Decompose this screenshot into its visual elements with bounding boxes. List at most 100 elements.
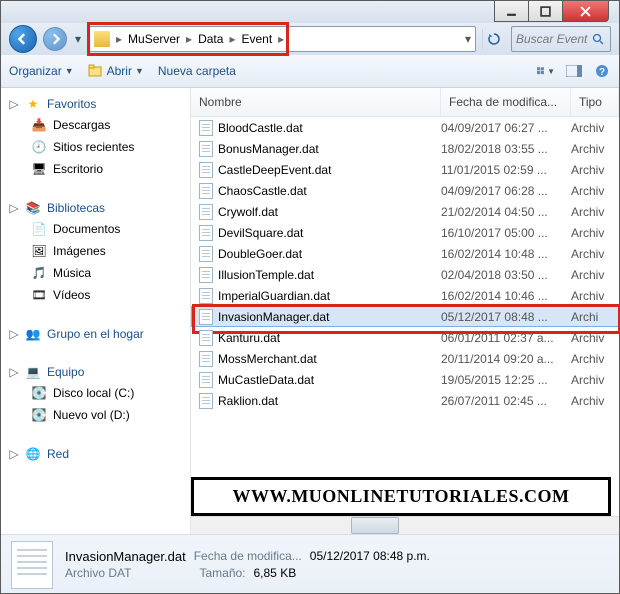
file-row[interactable]: Raklion.dat26/07/2011 02:45 ...Archiv	[191, 390, 619, 411]
file-name: BloodCastle.dat	[218, 121, 303, 135]
file-row[interactable]: ImperialGuardian.dat16/02/2014 10:46 ...…	[191, 285, 619, 306]
organize-menu[interactable]: Organizar ▼	[9, 64, 74, 78]
chevron-down-icon: ▼	[135, 66, 144, 76]
file-row[interactable]: ChaosCastle.dat04/09/2017 06:28 ...Archi…	[191, 180, 619, 201]
star-icon: ★	[25, 96, 41, 112]
sidebar-item-images[interactable]: 🖼Imágenes	[9, 240, 190, 262]
file-row[interactable]: BloodCastle.dat04/09/2017 06:27 ...Archi…	[191, 117, 619, 138]
file-icon	[199, 120, 213, 136]
forward-button[interactable]	[43, 27, 67, 51]
file-type: Archiv	[571, 247, 619, 261]
file-name: DoubleGoer.dat	[218, 247, 302, 261]
column-type[interactable]: Tipo	[571, 88, 619, 116]
file-row[interactable]: CastleDeepEvent.dat11/01/2015 02:59 ...A…	[191, 159, 619, 180]
file-icon	[11, 541, 53, 589]
open-icon	[88, 63, 104, 79]
file-row[interactable]: DevilSquare.dat16/10/2017 05:00 ...Archi…	[191, 222, 619, 243]
file-date: 26/07/2011 02:45 ...	[441, 394, 571, 408]
chevron-right-icon: ▸	[114, 32, 124, 46]
sidebar: ▷★Favoritos 📥Descargas 🕘Sitios recientes…	[1, 88, 191, 534]
column-name[interactable]: Nombre	[191, 88, 441, 116]
sidebar-libraries-head[interactable]: ▷📚Bibliotecas	[9, 198, 190, 218]
sidebar-network-head[interactable]: ▷🌐Red	[9, 444, 190, 464]
file-date: 05/12/2017 08:48 ...	[441, 310, 571, 324]
new-folder-button[interactable]: Nueva carpeta	[158, 64, 236, 78]
file-list: Nombre Fecha de modifica... Tipo BloodCa…	[191, 88, 619, 534]
file-row[interactable]: InvasionManager.dat05/12/2017 08:48 ...A…	[191, 306, 619, 327]
file-row[interactable]: BonusManager.dat18/02/2018 03:55 ...Arch…	[191, 138, 619, 159]
sidebar-item-videos[interactable]: 🎞Vídeos	[9, 284, 190, 306]
nav-history-dropdown[interactable]: ▾	[73, 30, 83, 48]
search-input[interactable]: Buscar Event	[511, 26, 611, 52]
file-row[interactable]: Kanturu.dat06/01/2011 02:37 a...Archiv	[191, 327, 619, 348]
sidebar-computer-head[interactable]: ▷💻Equipo	[9, 362, 190, 382]
file-icon	[199, 288, 213, 304]
file-name: InvasionManager.dat	[218, 310, 329, 324]
minimize-button[interactable]	[494, 1, 529, 22]
column-date[interactable]: Fecha de modifica...	[441, 88, 571, 116]
sidebar-item-disk-c[interactable]: 💽Disco local (C:)	[9, 382, 190, 404]
file-row[interactable]: MossMerchant.dat20/11/2014 09:20 a...Arc…	[191, 348, 619, 369]
sidebar-favorites-head[interactable]: ▷★Favoritos	[9, 94, 190, 114]
caret-icon: ▷	[9, 447, 19, 461]
videos-icon: 🎞	[31, 287, 47, 303]
breadcrumb-item[interactable]: Data	[194, 32, 227, 46]
computer-icon: 💻	[25, 364, 41, 380]
sidebar-homegroup-head[interactable]: ▷👥Grupo en el hogar	[9, 324, 190, 344]
breadcrumb-item[interactable]: MuServer	[124, 32, 184, 46]
maximize-button[interactable]	[528, 1, 563, 22]
file-name: BonusManager.dat	[218, 142, 319, 156]
file-row[interactable]: MuCastleData.dat19/05/2015 12:25 ...Arch…	[191, 369, 619, 390]
horizontal-scrollbar[interactable]	[191, 516, 619, 534]
file-icon	[199, 225, 213, 241]
preview-pane-button[interactable]	[565, 63, 583, 79]
file-icon	[199, 309, 213, 325]
file-type: Archiv	[571, 289, 619, 303]
file-icon	[199, 393, 213, 409]
file-date: 16/10/2017 05:00 ...	[441, 226, 571, 240]
refresh-button[interactable]	[482, 29, 505, 49]
details-size-value: 6,85 KB	[254, 566, 297, 580]
caret-icon: ▷	[9, 97, 19, 111]
file-type: Archiv	[571, 373, 619, 387]
chevron-right-icon: ▸	[227, 32, 237, 46]
file-row[interactable]: DoubleGoer.dat16/02/2014 10:48 ...Archiv	[191, 243, 619, 264]
file-icon	[199, 330, 213, 346]
sidebar-item-recent[interactable]: 🕘Sitios recientes	[9, 136, 190, 158]
open-menu[interactable]: Abrir ▼	[88, 63, 144, 79]
svg-text:?: ?	[599, 67, 605, 78]
breadcrumb[interactable]: ▸ MuServer ▸ Data ▸ Event ▸ ▾	[89, 26, 476, 52]
file-date: 04/09/2017 06:28 ...	[441, 184, 571, 198]
file-row[interactable]: Crywolf.dat21/02/2014 04:50 ...Archiv	[191, 201, 619, 222]
sidebar-item-disk-d[interactable]: 💽Nuevo vol (D:)	[9, 404, 190, 426]
file-name: ChaosCastle.dat	[218, 184, 307, 198]
file-type: Archiv	[571, 268, 619, 282]
file-name: CastleDeepEvent.dat	[218, 163, 331, 177]
sidebar-item-desktop[interactable]: 🖥Escritorio	[9, 158, 190, 180]
folder-icon	[94, 31, 110, 47]
titlebar[interactable]	[1, 1, 619, 23]
scrollbar-thumb[interactable]	[351, 517, 399, 534]
file-date: 21/02/2014 04:50 ...	[441, 205, 571, 219]
sidebar-item-downloads[interactable]: 📥Descargas	[9, 114, 190, 136]
back-button[interactable]	[9, 25, 37, 53]
file-icon	[199, 183, 213, 199]
view-options-button[interactable]: ▼	[537, 63, 555, 79]
documents-icon: 📄	[31, 221, 47, 237]
file-name: DevilSquare.dat	[218, 226, 303, 240]
file-date: 11/01/2015 02:59 ...	[441, 163, 571, 177]
disk-icon: 💽	[31, 407, 47, 423]
sidebar-item-documents[interactable]: 📄Documentos	[9, 218, 190, 240]
file-date: 02/04/2018 03:50 ...	[441, 268, 571, 282]
sidebar-item-music[interactable]: 🎵Música	[9, 262, 190, 284]
breadcrumb-item[interactable]: Event	[237, 32, 276, 46]
explorer-window: ▾ ▸ MuServer ▸ Data ▸ Event ▸ ▾ Buscar E…	[0, 0, 620, 594]
help-button[interactable]: ?	[593, 63, 611, 79]
file-date: 06/01/2011 02:37 a...	[441, 331, 571, 345]
file-date: 18/02/2018 03:55 ...	[441, 142, 571, 156]
address-dropdown-icon[interactable]: ▾	[465, 32, 471, 46]
chevron-right-icon: ▸	[276, 32, 286, 46]
close-button[interactable]	[562, 1, 609, 22]
search-placeholder: Buscar Event	[516, 32, 590, 46]
file-row[interactable]: IllusionTemple.dat02/04/2018 03:50 ...Ar…	[191, 264, 619, 285]
